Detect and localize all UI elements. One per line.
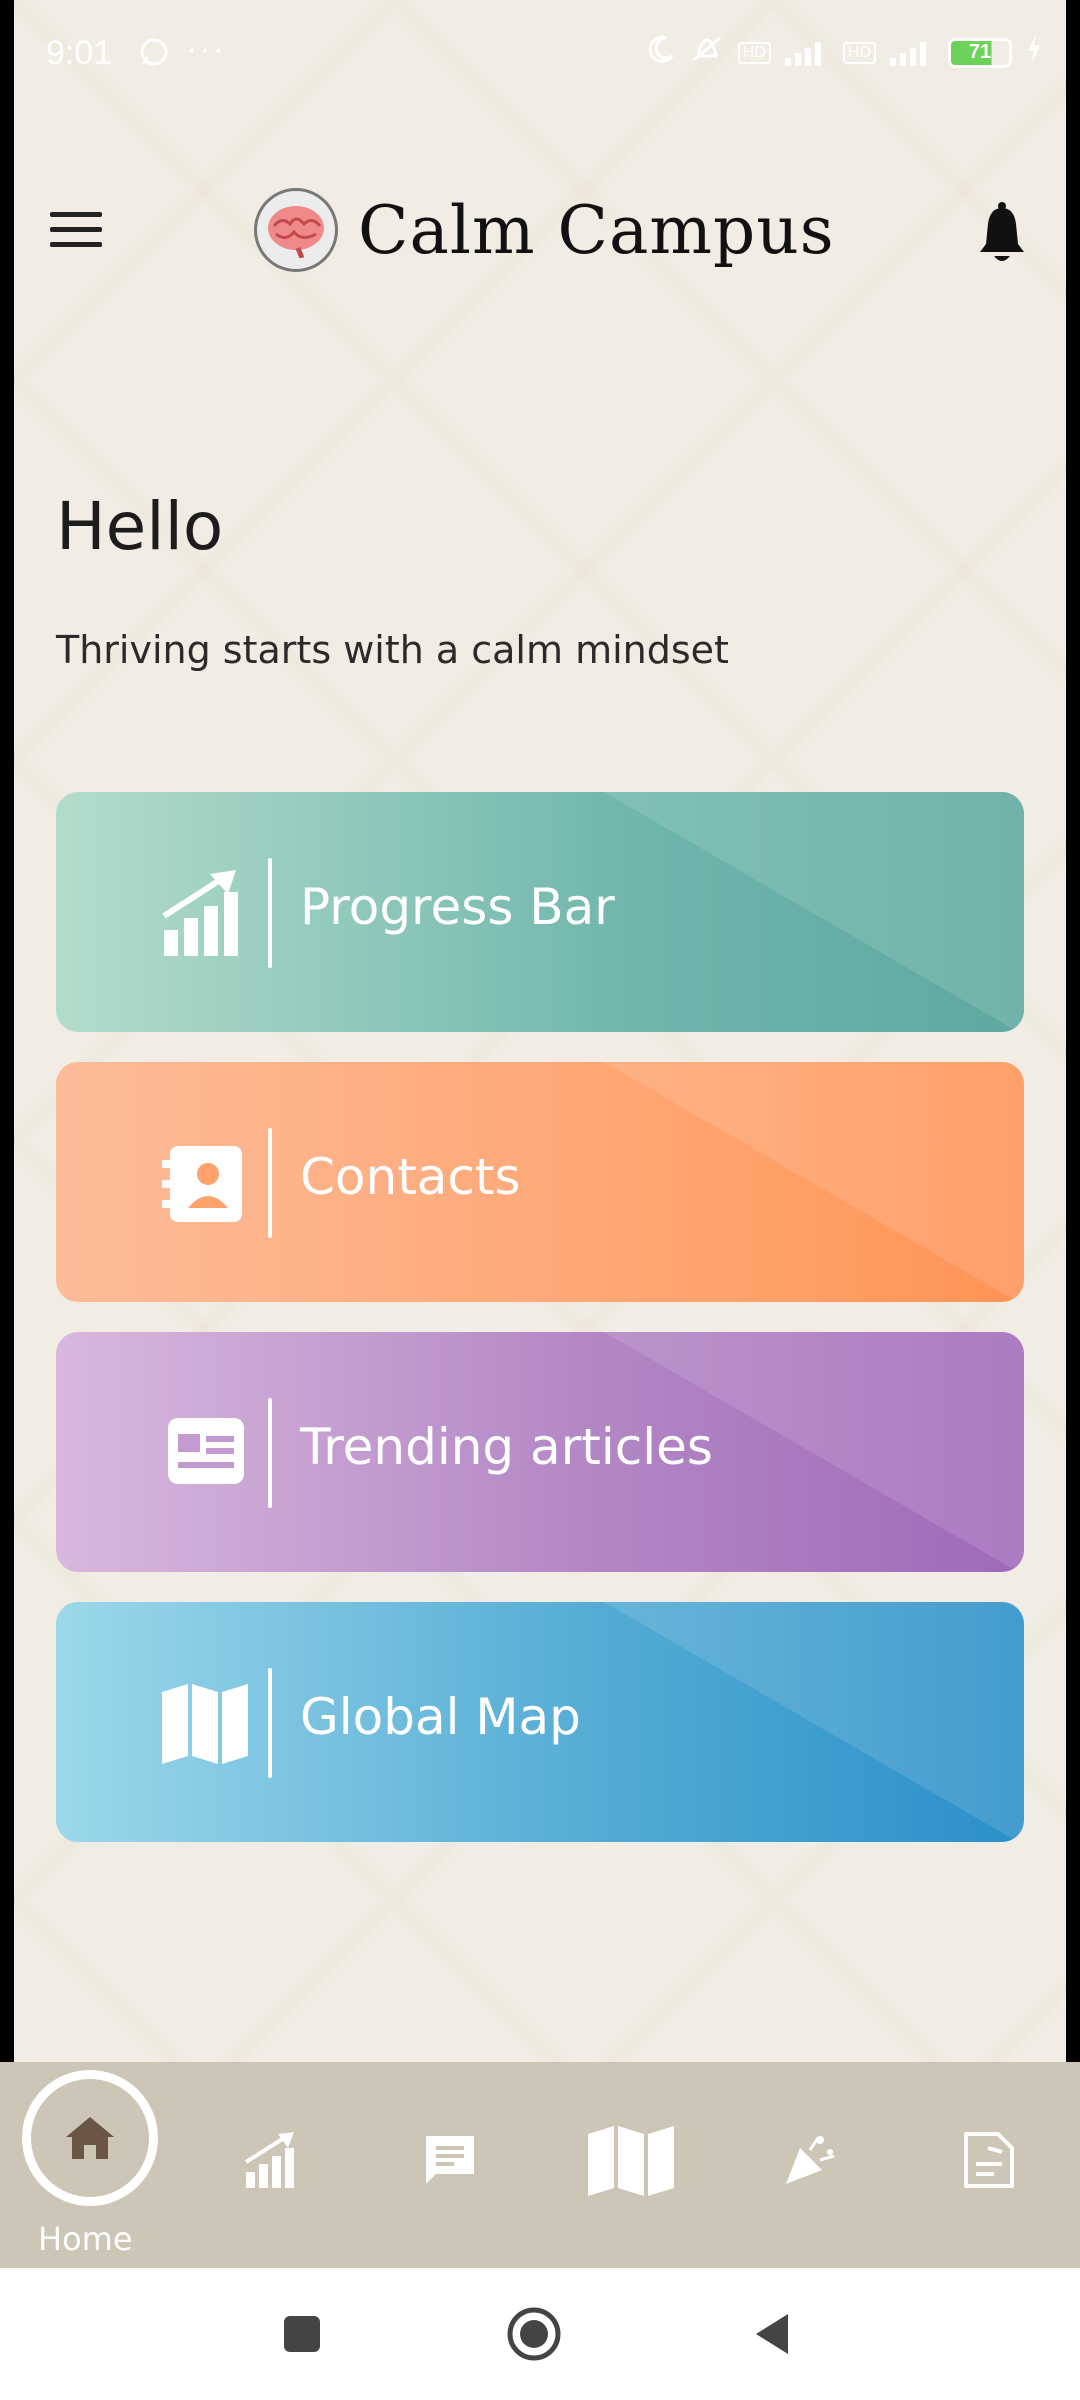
chat-icon <box>426 2136 474 2184</box>
newspaper-icon <box>160 1404 250 1500</box>
map-icon <box>160 1674 250 1770</box>
card-shine <box>604 1602 1024 1842</box>
app-title: Calm Campus <box>358 191 835 269</box>
card-divider <box>268 1668 272 1778</box>
home-circle-icon[interactable] <box>506 2306 562 2362</box>
nav-map[interactable] <box>586 2120 676 2200</box>
nav-celebrate[interactable] <box>770 2120 850 2200</box>
app-header: Calm Campus <box>14 160 1066 310</box>
signal-icon <box>784 40 829 66</box>
screen: 9:01 ··· HD HD 71 Calm Campus Hello Thri… <box>0 0 1080 2400</box>
status-time: 9:01 <box>46 34 113 72</box>
signal-5g-icon <box>890 40 934 66</box>
brain-logo-icon <box>254 188 338 272</box>
silent-bell-icon <box>690 34 724 71</box>
card-shine <box>604 792 1024 1032</box>
card-divider <box>268 1398 272 1508</box>
card-divider <box>268 1128 272 1238</box>
greeting-title: Hello <box>56 488 224 565</box>
nav-home-label: Home <box>38 2220 133 2258</box>
document-icon <box>964 2132 1014 2188</box>
map-icon <box>588 2126 674 2196</box>
bottom-navigation: Home <box>0 2062 1080 2268</box>
more-notifications-icon: ··· <box>186 30 226 68</box>
back-triangle-icon[interactable] <box>748 2310 796 2358</box>
charging-icon <box>1026 35 1042 70</box>
nav-home[interactable] <box>22 2070 158 2206</box>
app-logo: Calm Campus <box>254 188 835 272</box>
hamburger-menu-icon[interactable] <box>50 212 102 252</box>
volte-icon-2: HD <box>842 41 876 64</box>
card-label: Trending articles <box>300 1418 713 1476</box>
bell-icon[interactable] <box>974 202 1030 266</box>
whatsapp-icon <box>138 36 170 76</box>
card-divider <box>268 858 272 968</box>
nav-chat[interactable] <box>410 2120 490 2200</box>
nav-document[interactable] <box>948 2120 1028 2200</box>
card-label: Global Map <box>300 1688 581 1746</box>
global-map-card[interactable]: Global Map <box>56 1602 1024 1842</box>
contacts-book-icon <box>160 1134 250 1230</box>
celebration-icon <box>786 2136 835 2184</box>
card-shine <box>604 1062 1024 1302</box>
system-navigation-bar <box>0 2268 1080 2400</box>
card-label: Contacts <box>300 1148 521 1206</box>
battery-icon: 71 <box>948 37 1012 68</box>
chart-growth-icon <box>160 864 250 960</box>
trending-articles-card[interactable]: Trending articles <box>56 1332 1024 1572</box>
chart-growth-icon <box>244 2132 294 2188</box>
recents-square-icon[interactable] <box>278 2310 326 2358</box>
progress-bar-card[interactable]: Progress Bar <box>56 792 1024 1032</box>
nav-progress[interactable] <box>232 2120 312 2200</box>
card-label: Progress Bar <box>300 878 615 936</box>
volte-icon: HD <box>737 41 771 64</box>
home-icon <box>66 2117 114 2159</box>
moon-icon <box>646 34 676 71</box>
greeting-subtitle: Thriving starts with a calm mindset <box>56 628 729 672</box>
contacts-card[interactable]: Contacts <box>56 1062 1024 1302</box>
status-bar: 9:01 ··· HD HD 71 <box>0 0 1080 110</box>
status-icons: HD HD 71 <box>646 34 1042 71</box>
